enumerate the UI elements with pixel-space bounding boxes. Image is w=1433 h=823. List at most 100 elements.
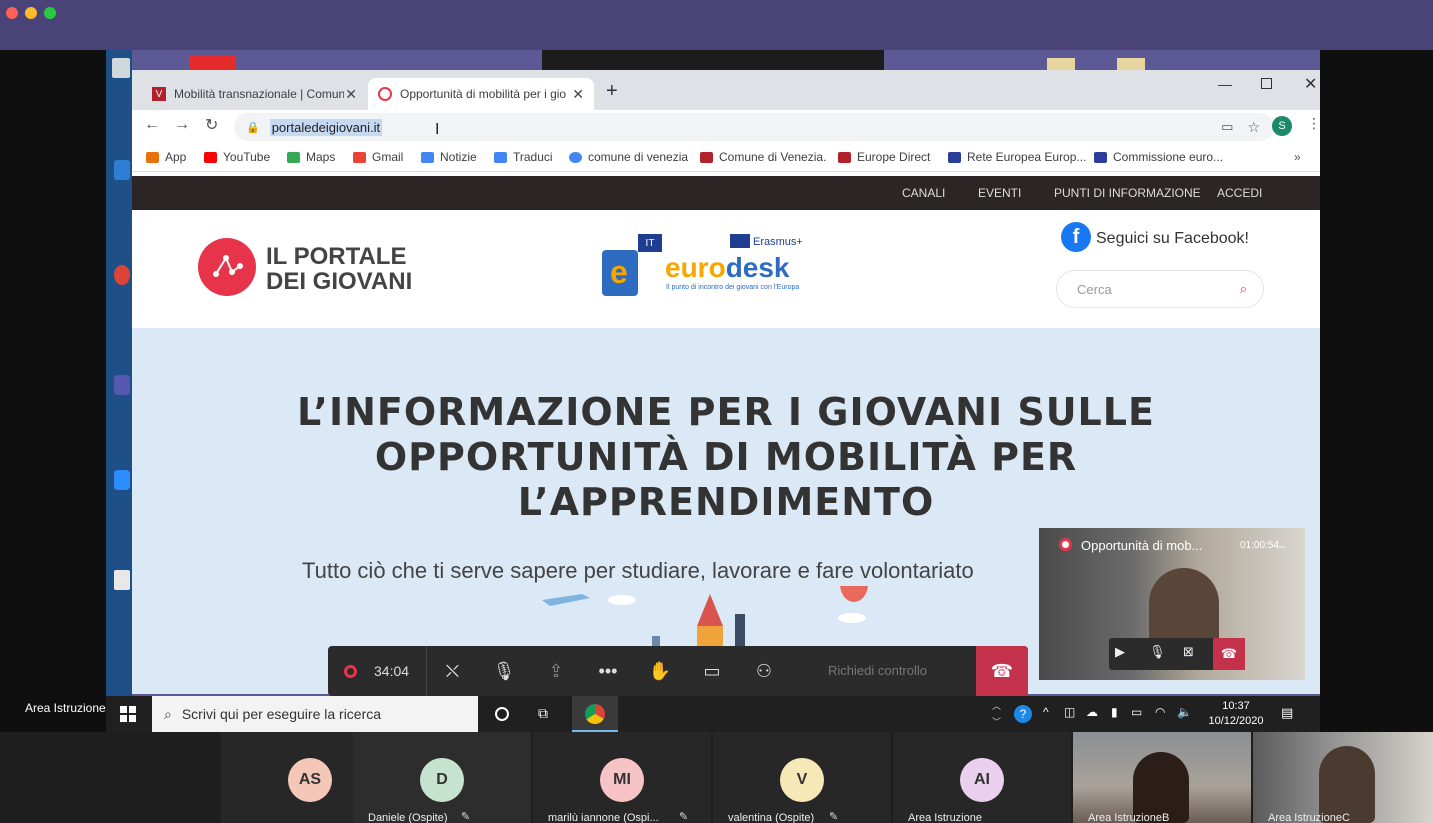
notifications-icon[interactable]: ▤ (1281, 705, 1293, 721)
bookmark-app[interactable]: App (146, 150, 186, 164)
taskbar-scroll-icon[interactable]: ︿ ﹀ (992, 698, 1001, 730)
more-bookmarks-icon[interactable]: » (1294, 150, 1301, 164)
volume-icon[interactable]: 🔈 (1177, 705, 1192, 719)
meeting-timer: 34:04 (374, 663, 410, 679)
zoom-app-icon[interactable] (114, 470, 130, 490)
desktop-folder-icon[interactable] (1117, 58, 1145, 70)
avatar: AS (288, 758, 332, 802)
close-icon[interactable]: ✕ (1304, 74, 1317, 94)
help-icon[interactable]: ? (1014, 705, 1032, 723)
tray-chevron-icon[interactable]: ^ (1043, 705, 1049, 719)
close-tab-icon[interactable]: ✕ (345, 86, 357, 103)
stop-share-icon[interactable]: ⊠ (1183, 644, 1194, 660)
bookmark-rete-europea[interactable]: Rete Europea Europ... (948, 150, 1086, 164)
bookmark-notizie[interactable]: Notizie (421, 150, 477, 164)
reload-icon[interactable]: ↻ (205, 115, 218, 135)
mic-icon[interactable]: 🎙 (1149, 644, 1166, 660)
cortana-icon[interactable] (495, 707, 509, 721)
back-icon[interactable]: ← (144, 116, 160, 134)
zoom-window-button[interactable] (44, 7, 56, 19)
meeting-window-titlebar (0, 0, 1433, 50)
site-search-input[interactable]: Cerca ⌕ (1056, 270, 1264, 308)
desktop-folder-icon[interactable] (1047, 58, 1075, 70)
avatar: MI (600, 758, 644, 802)
nav-eventi[interactable]: EVENTI (978, 186, 1021, 200)
close-window-button[interactable] (6, 7, 18, 19)
participant-name: Daniele (Ospite) (368, 812, 448, 823)
taskbar-clock[interactable]: 10:37 10/12/2020 (1204, 699, 1268, 729)
nav-accedi[interactable]: ACCEDI (1217, 186, 1262, 200)
mic-off-icon[interactable]: 🎙 (478, 646, 530, 696)
translate-icon (494, 151, 507, 163)
bookmark-traduci[interactable]: Traduci (494, 150, 553, 164)
chrome-shortcut-icon[interactable] (114, 265, 130, 285)
bookmark-europe-direct[interactable]: Europe Direct (838, 150, 930, 164)
participants-icon[interactable]: ⚇ (738, 646, 790, 696)
chat-icon[interactable]: ▭ (686, 646, 738, 696)
more-options-icon[interactable]: ••• (582, 646, 634, 696)
participant-tile[interactable]: AI Area Istruzione (893, 732, 1071, 823)
cast-icon[interactable]: ▭ (1221, 119, 1233, 135)
recycle-bin-icon[interactable] (112, 58, 130, 78)
battery-icon[interactable]: ▭ (1131, 705, 1142, 719)
desktop-red-icon[interactable] (189, 55, 235, 70)
bookmark-commissione[interactable]: Commissione euro... (1094, 150, 1223, 164)
menu-icon[interactable]: ⋮ (1307, 115, 1320, 132)
mic-tray-icon[interactable]: ▮ (1111, 705, 1118, 719)
chrome-icon (585, 704, 605, 724)
facebook-link[interactable]: Seguici su Facebook! (1096, 230, 1249, 248)
minimize-icon[interactable]: — (1218, 76, 1232, 92)
onedrive-icon[interactable]: ☁ (1086, 705, 1098, 719)
apps-grid-icon (146, 151, 159, 163)
nav-canali[interactable]: CANALI (902, 186, 945, 200)
pip-minimize-icon[interactable]: _ (1279, 534, 1286, 548)
url-text[interactable]: portaledeigiovani.it (269, 118, 383, 136)
pip-video-window[interactable]: Opportunità di mob... 01:00:54 _ ▶ 🎙 ⊠ ☎ (1039, 528, 1305, 680)
maximize-icon[interactable] (1261, 78, 1272, 89)
teams-icon[interactable] (114, 375, 130, 395)
forward-icon[interactable]: → (174, 116, 190, 134)
pip-hang-up-button[interactable]: ☎ (1213, 638, 1245, 670)
search-icon[interactable]: ⌕ (1240, 281, 1247, 297)
tab-opportunita[interactable]: Opportunità di mobilità per i gio ✕ (368, 78, 594, 110)
tab-mobilita[interactable]: V Mobilità transnazionale | Comun ✕ (142, 78, 367, 110)
task-view-icon[interactable]: ⧉ (538, 705, 548, 722)
news-icon (421, 151, 434, 163)
windows-start-icon[interactable] (120, 706, 136, 722)
edge-icon[interactable] (114, 160, 130, 180)
camera-icon[interactable]: ▶ (1115, 644, 1125, 660)
minimize-window-button[interactable] (25, 7, 37, 19)
wifi-icon[interactable]: ◠ (1155, 705, 1165, 719)
new-tab-icon[interactable]: + (606, 80, 618, 103)
video-tile[interactable]: Area IstruzioneC (1253, 732, 1433, 823)
video-tile[interactable]: Area IstruzioneB (1073, 732, 1251, 823)
bookmark-youtube[interactable]: YouTube (204, 150, 270, 164)
participant-tile[interactable]: V valentina (Ospite) ✎ (713, 732, 891, 823)
share-screen-icon[interactable]: ⇪ (530, 646, 582, 696)
taskbar-search-input[interactable]: ⌕ Scrivi qui per eseguire la ricerca (152, 696, 478, 732)
participant-tile[interactable]: D Daniele (Ospite) ✎ (353, 732, 531, 823)
raise-hand-icon[interactable]: ✋ (634, 646, 686, 696)
nav-punti-informazione[interactable]: PUNTI DI INFORMAZIONE (1054, 186, 1201, 200)
star-icon[interactable]: ☆ (1247, 119, 1260, 136)
participant-tile[interactable]: MI marilù iannone (Ospi... ✎ (533, 732, 711, 823)
camera-off-icon[interactable]: ⛌ (426, 646, 478, 696)
facebook-icon[interactable]: f (1061, 222, 1091, 252)
libreoffice-icon[interactable] (114, 570, 130, 590)
hang-up-button[interactable]: ☎ (976, 646, 1028, 696)
tray-app-icon[interactable]: ◫ (1064, 705, 1075, 719)
request-control-button[interactable]: Richiedi controllo (828, 663, 927, 678)
bookmark-comune-venezia-search[interactable]: comune di venezia (569, 150, 688, 164)
hero-title-line: l’apprendimento (517, 480, 935, 524)
bookmark-comune-venezia[interactable]: Comune di Venezia. (700, 150, 826, 164)
bookmark-gmail[interactable]: Gmail (353, 150, 403, 164)
venezia-icon (700, 151, 713, 163)
portale-logo-text[interactable]: IL PORTALE DEI GIOVANI (266, 244, 412, 294)
eurodesk-wordmark[interactable]: eurodesk (665, 252, 790, 284)
bookmark-maps[interactable]: Maps (287, 150, 335, 164)
profile-avatar[interactable]: S (1272, 116, 1292, 136)
address-bar[interactable]: 🔒 portaledeigiovani.it ▭ ☆ (234, 113, 1274, 141)
close-tab-icon[interactable]: ✕ (572, 86, 584, 103)
portale-logo-icon[interactable] (198, 238, 256, 296)
taskbar-chrome-button[interactable] (572, 696, 618, 732)
